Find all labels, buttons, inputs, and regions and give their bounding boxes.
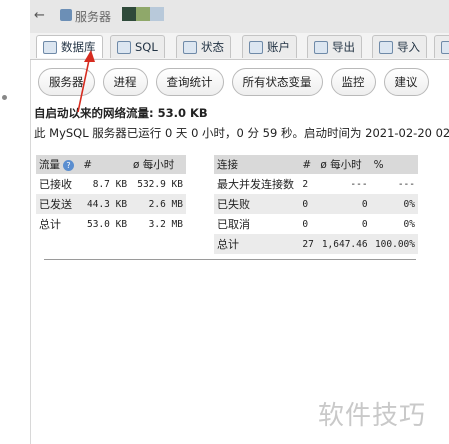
watermark-text: 软件技巧 [318,401,427,431]
arrow-head-icon [84,50,95,62]
annotation-arrow [77,50,95,113]
arrow-line [77,59,90,113]
